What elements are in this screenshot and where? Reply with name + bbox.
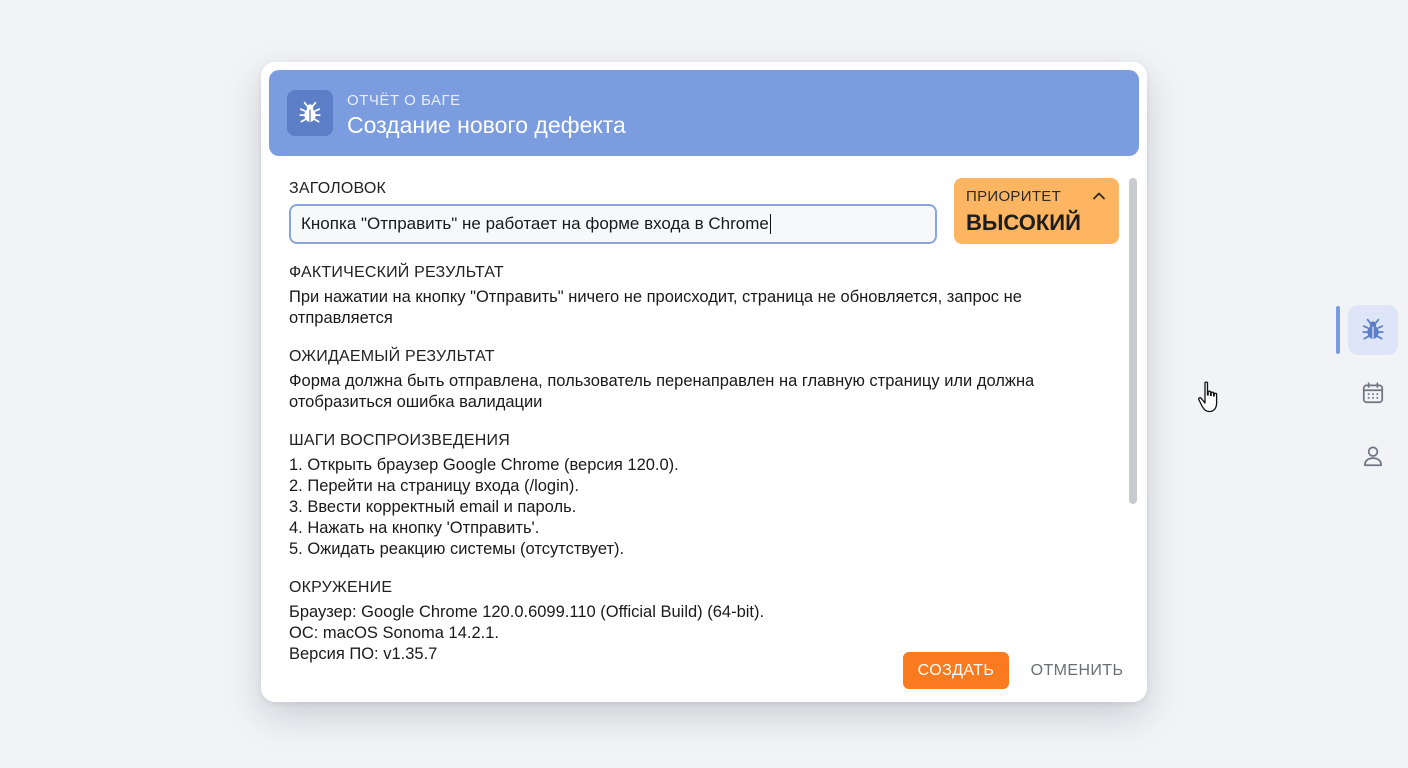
bug-icon: [1362, 318, 1384, 340]
title-input-value: Кнопка "Отправить" не работает на форме …: [301, 214, 769, 233]
actual-result-line: При нажатии на кнопку "Отправить" ничего…: [289, 288, 1022, 306]
step-item: 1. Открыть браузер Google Chrome (версия…: [289, 456, 679, 474]
priority-value: ВЫСОКИЙ: [966, 210, 1081, 235]
scrollbar-thumb[interactable]: [1129, 178, 1137, 504]
steps-label: ШАГИ ВОСПРОИЗВЕДЕНИЯ: [289, 432, 510, 449]
environment-label: ОКРУЖЕНИЕ: [289, 579, 393, 596]
user-icon: [1364, 446, 1382, 467]
title-label: ЗАГОЛОВОК: [289, 180, 387, 197]
step-item: 2. Перейти на страницу входа (/login).: [289, 477, 580, 495]
step-item: 5. Ожидать реакцию системы (отсутствует)…: [289, 540, 625, 558]
rail-active-indicator: [1336, 306, 1340, 354]
text-caret: [769, 214, 771, 234]
expected-result-line: Форма должна быть отправлена, пользовате…: [289, 372, 1035, 390]
actual-result-section: ФАКТИЧЕСКИЙ РЕЗУЛЬТАТ При нажатии на кно…: [289, 264, 1119, 329]
rail-item-profile[interactable]: [1348, 431, 1398, 481]
bug-icon: [287, 90, 333, 136]
rail-item-bugs[interactable]: [1348, 305, 1398, 355]
actual-result-line: отправляется: [289, 309, 393, 327]
priority-label: ПРИОРИТЕТ: [966, 188, 1062, 205]
dialog-eyebrow: ОТЧЁТ О БАГЕ: [347, 92, 461, 109]
rail-item-calendar[interactable]: [1348, 368, 1398, 418]
dialog-title: Создание нового дефекта: [347, 112, 626, 138]
priority-dropdown[interactable]: ПРИОРИТЕТ ВЫСОКИЙ: [954, 178, 1119, 244]
bug-report-dialog: ОТЧЁТ О БАГЕ Создание нового дефекта ЗАГ…: [261, 62, 1147, 702]
actual-result-text[interactable]: При нажатии на кнопку "Отправить" ничего…: [289, 287, 1119, 329]
title-input[interactable]: Кнопка "Отправить" не работает на форме …: [289, 204, 937, 244]
calendar-icon: [1362, 382, 1384, 404]
hand-cursor-icon: [1198, 381, 1218, 413]
dialog-header: ОТЧЁТ О БАГЕ Создание нового дефекта: [269, 70, 1139, 156]
actual-result-label: ФАКТИЧЕСКИЙ РЕЗУЛЬТАТ: [289, 264, 504, 281]
expected-result-text[interactable]: Форма должна быть отправлена, пользовате…: [289, 371, 1119, 413]
steps-text[interactable]: 1. Открыть браузер Google Chrome (версия…: [289, 455, 1119, 560]
steps-section: ШАГИ ВОСПРОИЗВЕДЕНИЯ 1. Открыть браузер …: [289, 432, 1119, 560]
side-rail: [1330, 300, 1408, 500]
step-item: 3. Ввести корректный email и пароль.: [289, 498, 577, 516]
expected-result-section: ОЖИДАЕМЫЙ РЕЗУЛЬТАТ Форма должна быть от…: [289, 348, 1119, 413]
expected-result-label: ОЖИДАЕМЫЙ РЕЗУЛЬТАТ: [289, 348, 495, 365]
step-item: 4. Нажать на кнопку 'Отправить'.: [289, 519, 540, 537]
expected-result-line: отобразиться ошибка валидации: [289, 393, 543, 411]
create-button[interactable]: СОЗДАТЬ: [903, 652, 1009, 689]
environment-line: ОС: macOS Sonoma 14.2.1.: [289, 624, 500, 642]
chevron-up-icon: [1093, 192, 1105, 200]
environment-line: Браузер: Google Chrome 120.0.6099.110 (O…: [289, 603, 765, 621]
cancel-button[interactable]: ОТМЕНИТЬ: [1021, 652, 1133, 689]
